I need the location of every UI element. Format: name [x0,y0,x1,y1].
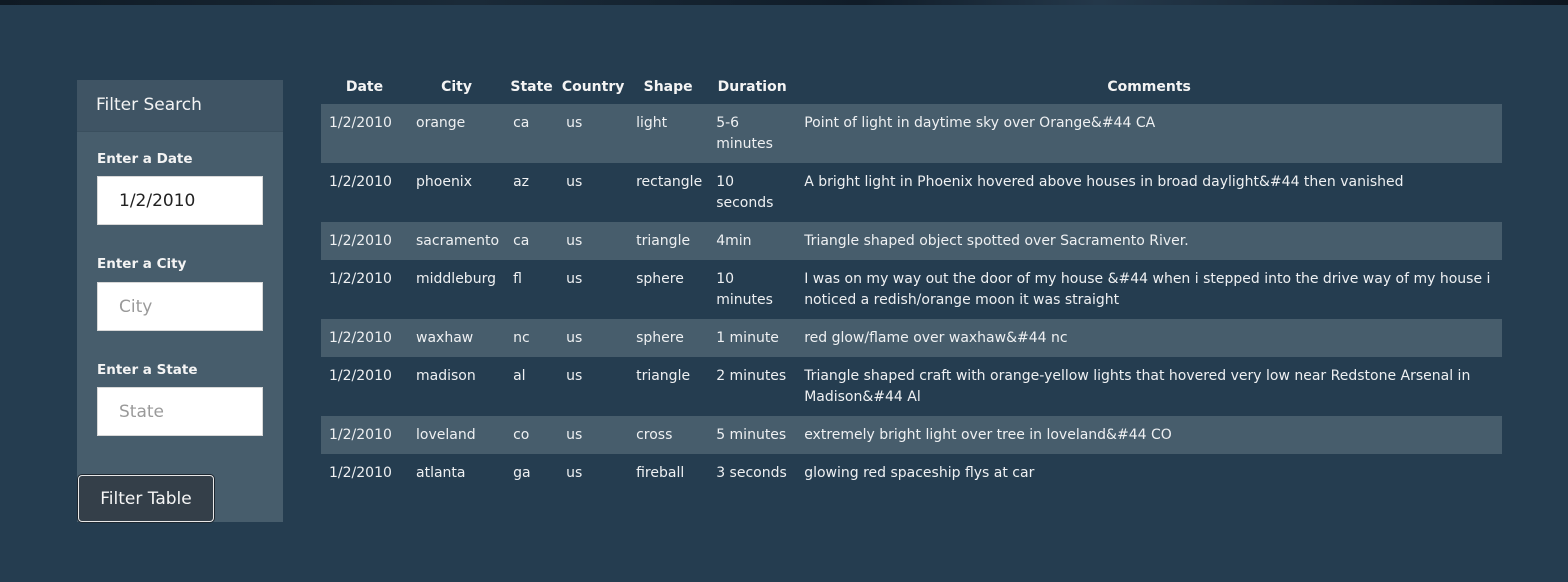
table-row: 1/2/2010 phoenix az us rectangle 10 seco… [321,163,1502,222]
cell-state: nc [505,319,559,357]
cell-date: 1/2/2010 [321,319,408,357]
table-row: 1/2/2010 atlanta ga us fireball 3 second… [321,454,1502,492]
filter-panel: Filter Search Enter a Date Enter a City … [77,80,283,522]
cell-shape: sphere [628,319,709,357]
cell-state: ca [505,222,559,260]
cell-shape: light [628,104,709,163]
cell-city: waxhaw [408,319,506,357]
cell-comments: extremely bright light over tree in love… [796,416,1502,454]
cell-city: sacramento [408,222,506,260]
cell-comments: Point of light in daytime sky over Orang… [796,104,1502,163]
cell-comments: A bright light in Phoenix hovered above … [796,163,1502,222]
state-label: Enter a State [97,362,198,378]
cell-state: ga [505,454,559,492]
city-input[interactable] [97,282,263,331]
cell-date: 1/2/2010 [321,357,408,416]
cell-comments: Triangle shaped craft with orange-yellow… [796,357,1502,416]
cell-duration: 3 seconds [708,454,797,492]
cell-country: us [558,454,629,492]
cell-state: ca [505,104,559,163]
column-header-state: State [510,79,553,95]
date-input[interactable] [97,176,263,225]
table-row: 1/2/2010 waxhaw nc us sphere 1 minute re… [321,319,1502,357]
cell-city: orange [408,104,506,163]
city-label: Enter a City [97,256,187,272]
table-row: 1/2/2010 orange ca us light 5-6 minutes … [321,104,1502,163]
ufo-sightings-table: Date City State Country Shape Duration C… [321,70,1502,492]
cell-shape: fireball [628,454,709,492]
cell-city: madison [408,357,506,416]
cell-date: 1/2/2010 [321,104,408,163]
date-label: Enter a Date [97,151,193,167]
cell-duration: 4min [708,222,797,260]
cell-duration: 5 minutes [708,416,797,454]
filter-table-button[interactable]: Filter Table [78,475,214,522]
cell-duration: 1 minute [708,319,797,357]
cell-shape: sphere [628,260,709,319]
filter-panel-title: Filter Search [77,80,283,132]
cell-date: 1/2/2010 [321,416,408,454]
cell-city: middleburg [408,260,506,319]
cell-country: us [558,416,629,454]
cell-date: 1/2/2010 [321,454,408,492]
column-header-shape: Shape [643,79,693,95]
table-row: 1/2/2010 sacramento ca us triangle 4min … [321,222,1502,260]
column-header-country: Country [561,79,625,95]
cell-state: fl [505,260,559,319]
cell-city: phoenix [408,163,506,222]
column-header-date: Date [345,79,384,95]
cell-date: 1/2/2010 [321,260,408,319]
cell-country: us [558,104,629,163]
cell-shape: triangle [628,357,709,416]
cell-country: us [558,163,629,222]
cell-city: loveland [408,416,506,454]
table-row: 1/2/2010 middleburg fl us sphere 10 minu… [321,260,1502,319]
cell-state: az [505,163,559,222]
column-header-duration: Duration [717,79,787,95]
cell-city: atlanta [408,454,506,492]
table-header-row: Date City State Country Shape Duration C… [321,70,1502,104]
cell-duration: 2 minutes [708,357,797,416]
cell-comments: Triangle shaped object spotted over Sacr… [796,222,1502,260]
cell-comments: glowing red spaceship flys at car [796,454,1502,492]
cell-duration: 10 seconds [708,163,797,222]
cell-country: us [558,357,629,416]
table-row: 1/2/2010 madison al us triangle 2 minute… [321,357,1502,416]
cell-state: co [505,416,559,454]
state-input[interactable] [97,387,263,436]
cell-country: us [558,319,629,357]
cell-state: al [505,357,559,416]
cell-date: 1/2/2010 [321,163,408,222]
cell-shape: rectangle [628,163,709,222]
cell-country: us [558,222,629,260]
table-row: 1/2/2010 loveland co us cross 5 minutes … [321,416,1502,454]
cell-shape: cross [628,416,709,454]
column-header-comments: Comments [1107,79,1191,95]
header-banner-image [0,0,1568,5]
cell-duration: 10 minutes [708,260,797,319]
cell-comments: red glow/flame over waxhaw&#44 nc [796,319,1502,357]
cell-country: us [558,260,629,319]
cell-comments: I was on my way out the door of my house… [796,260,1502,319]
cell-duration: 5-6 minutes [708,104,797,163]
column-header-city: City [441,79,472,95]
cell-date: 1/2/2010 [321,222,408,260]
cell-shape: triangle [628,222,709,260]
